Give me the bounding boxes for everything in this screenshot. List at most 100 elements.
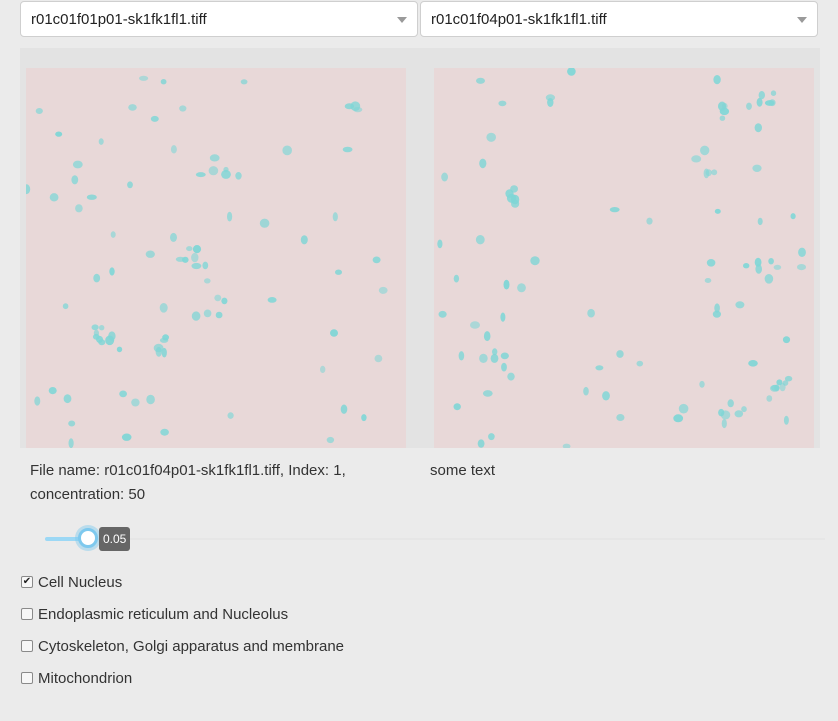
cell-nucleus-mark <box>378 286 388 294</box>
cell-nucleus-mark <box>776 379 783 386</box>
checkbox-label: Mitochondrion <box>38 670 133 687</box>
cell-nucleus-mark <box>755 264 762 274</box>
cell-nucleus-mark <box>507 372 515 381</box>
chevron-down-icon[interactable] <box>397 17 407 23</box>
cell-nucleus-mark <box>35 108 43 114</box>
cell-nucleus-mark <box>470 321 480 329</box>
cell-nucleus-mark <box>361 414 367 422</box>
checkbox-box[interactable]: ✔ <box>21 576 33 588</box>
checkbox-box[interactable] <box>21 608 33 620</box>
cell-nucleus-mark <box>783 415 789 425</box>
cell-nucleus-mark <box>326 436 335 444</box>
checkbox-cytoskeleton[interactable]: Cytoskeleton, Golgi apparatus and membra… <box>20 634 344 666</box>
cell-nucleus-mark <box>768 258 774 265</box>
cell-nucleus-mark <box>458 351 465 361</box>
cell-nucleus-mark <box>500 312 506 322</box>
cell-nucleus-mark <box>240 79 248 85</box>
cell-nucleus-mark <box>798 247 806 257</box>
cell-nucleus-mark <box>477 439 485 448</box>
cell-nucleus-mark <box>26 184 31 195</box>
cell-nucleus-mark <box>91 324 99 331</box>
checkbox-label: Endoplasmic reticulum and Nucleolus <box>38 606 289 623</box>
cell-nucleus-mark <box>704 278 712 283</box>
cell-nucleus-mark <box>748 360 758 367</box>
cell-nucleus-mark <box>109 267 115 276</box>
image-select-right[interactable]: r01c01f04p01-sk1fk1fl1.tiff <box>420 1 818 37</box>
image-select-right-value: r01c01f04p01-sk1fk1fl1.tiff <box>431 11 607 28</box>
cell-nucleus-mark <box>490 353 499 363</box>
slider-rail[interactable] <box>45 538 825 540</box>
cell-nucleus-mark <box>486 132 496 142</box>
checkbox-box[interactable] <box>21 640 33 652</box>
checkbox-endoplasmic-reticulum[interactable]: Endoplasmic reticulum and Nucleolus <box>20 602 344 634</box>
cell-nucleus-mark <box>92 333 100 340</box>
cell-nucleus-mark <box>98 138 104 145</box>
cell-nucleus-mark <box>75 204 83 213</box>
cell-nucleus-mark <box>203 309 212 318</box>
threshold-slider[interactable]: 0.05 <box>45 527 825 551</box>
cell-nucleus-mark <box>72 160 83 169</box>
cell-nucleus-mark <box>719 115 726 121</box>
cell-nucleus-mark <box>636 360 644 367</box>
microscopy-image-left[interactable] <box>26 68 406 448</box>
cell-nucleus-mark <box>335 269 342 275</box>
cell-nucleus-mark <box>108 331 116 341</box>
cell-nucleus-mark <box>340 404 348 414</box>
cell-nucleus-mark <box>300 235 308 245</box>
cell-nucleus-mark <box>482 390 493 397</box>
cell-nucleus-mark <box>342 146 353 153</box>
cell-nucleus-mark <box>374 354 383 363</box>
cell-nucleus-mark <box>700 145 710 156</box>
cell-nucleus-mark <box>191 262 202 270</box>
cell-nucleus-mark <box>719 107 730 116</box>
cell-nucleus-mark <box>209 154 220 162</box>
checkbox-box[interactable] <box>21 672 33 684</box>
cell-nucleus-mark <box>720 410 731 420</box>
cell-nucleus-mark <box>500 352 509 360</box>
cell-nucleus-mark <box>735 301 745 309</box>
cell-nucleus-mark <box>790 213 796 220</box>
cell-nucleus-mark <box>68 438 74 448</box>
slider-handle[interactable] <box>78 528 98 548</box>
cell-nucleus-mark <box>179 105 187 112</box>
image-panel <box>20 48 820 448</box>
cell-nucleus-mark <box>160 428 169 436</box>
chevron-down-icon[interactable] <box>797 17 807 23</box>
cell-nucleus-mark <box>764 274 774 284</box>
cell-nucleus-mark <box>215 311 223 319</box>
cell-nucleus-mark <box>756 97 763 107</box>
cell-nucleus-mark <box>699 380 705 388</box>
cell-nucleus-mark <box>766 395 773 402</box>
cell-nucleus-mark <box>235 172 242 180</box>
cell-nucleus-mark <box>741 406 747 413</box>
cell-nucleus-mark <box>510 185 518 193</box>
cell-nucleus-mark <box>711 169 718 176</box>
cell-nucleus-mark <box>214 294 222 302</box>
checkbox-cell-nucleus[interactable]: ✔ Cell Nucleus <box>20 570 344 602</box>
image-select-left[interactable]: r01c01f01p01-sk1fk1fl1.tiff <box>20 1 418 37</box>
cell-nucleus-mark <box>227 412 234 419</box>
cell-nucleus-mark <box>93 273 101 283</box>
cell-nucleus-mark <box>282 145 293 156</box>
cell-nucleus-mark <box>773 264 782 270</box>
microscopy-image-left-canvas <box>26 75 388 448</box>
cell-nucleus-mark <box>170 232 177 242</box>
cell-nucleus-mark <box>727 399 734 408</box>
cell-nucleus-mark <box>191 311 201 321</box>
cell-nucleus-mark <box>769 99 776 107</box>
cell-nucleus-mark <box>68 420 76 427</box>
cell-nucleus-mark <box>476 77 485 84</box>
cell-nucleus-mark <box>437 239 443 249</box>
cell-nucleus-mark <box>714 208 721 214</box>
checkbox-mitochondrion[interactable]: Mitochondrion <box>20 666 344 698</box>
cell-nucleus-mark <box>71 175 79 185</box>
cell-nucleus-mark <box>204 278 211 284</box>
microscopy-image-right[interactable] <box>434 68 814 448</box>
cell-nucleus-mark <box>562 443 571 448</box>
cell-nucleus-mark <box>150 115 159 122</box>
cell-nucleus-mark <box>530 256 540 266</box>
cell-nucleus-mark <box>479 353 488 363</box>
cell-nucleus-mark <box>691 155 702 163</box>
cell-nucleus-mark <box>48 387 57 395</box>
microscopy-image-right-canvas <box>437 68 806 448</box>
